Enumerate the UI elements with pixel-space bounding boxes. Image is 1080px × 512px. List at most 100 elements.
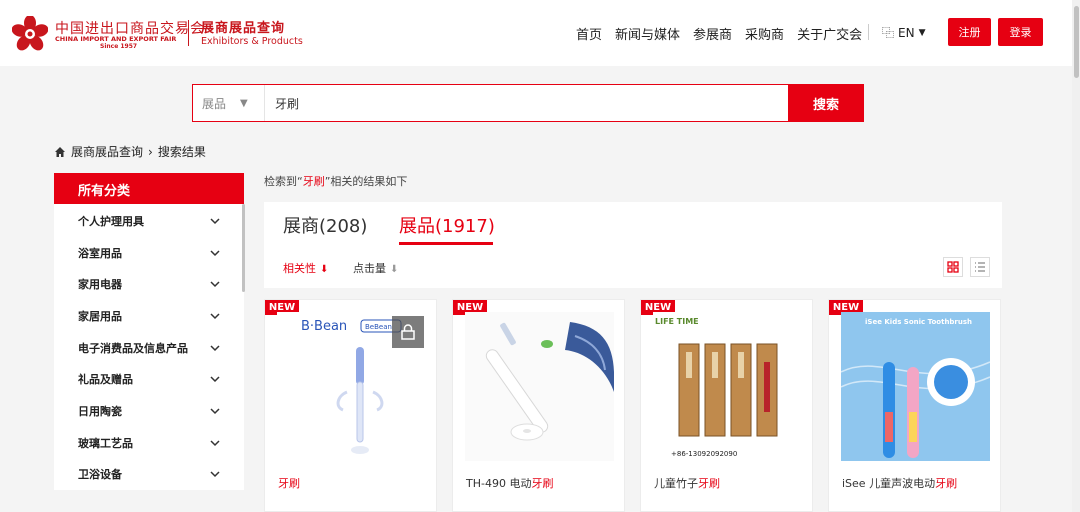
product-title[interactable]: TH-490 电动牙刷 xyxy=(466,475,553,491)
sort-relevance-label: 相关性 xyxy=(283,262,316,275)
category-item[interactable]: 礼品及赠品 xyxy=(54,363,244,395)
product-title-keyword: 牙刷 xyxy=(698,477,720,490)
search-type-select[interactable]: 展品 ▼ xyxy=(193,85,265,121)
result-note-suffix: ”相关的结果如下 xyxy=(324,175,408,188)
chevron-down-icon xyxy=(210,281,220,288)
breadcrumb-home[interactable]: 展商展品查询 xyxy=(71,143,143,160)
chevron-down-icon xyxy=(210,313,220,319)
product-title[interactable]: 牙刷 xyxy=(278,475,300,491)
sidebar-scrollbar[interactable] xyxy=(242,204,245,292)
brand-logo-text: iSee Kids Sonic Toothbrush xyxy=(865,318,972,326)
result-note-prefix: 检索到“ xyxy=(264,175,303,188)
chevron-down-icon xyxy=(210,408,220,415)
category-label: 个人护理用具 xyxy=(78,214,144,228)
result-summary: 检索到“牙刷”相关的结果如下 xyxy=(264,173,407,189)
logo-since-text: Since 1957 xyxy=(100,43,138,50)
arrow-down-icon: ⬇ xyxy=(320,264,329,275)
sidebar-title[interactable]: 所有分类 xyxy=(54,173,244,204)
grid-icon xyxy=(947,261,959,273)
login-button[interactable]: 登录 xyxy=(998,18,1043,46)
product-title-prefix: 儿童竹子 xyxy=(654,477,698,490)
sort-clicks[interactable]: 点击量 ⬇ xyxy=(353,260,398,276)
active-tab-indicator xyxy=(399,242,493,245)
product-card[interactable]: NEW LIFE TIME +86-13092092090 儿童竹子牙刷 xyxy=(640,299,813,512)
nav-buyers[interactable]: 采购商 xyxy=(745,24,784,43)
search-type-label: 展品 xyxy=(202,96,227,111)
nav-news-media[interactable]: 新闻与媒体 xyxy=(615,24,680,43)
grid-view-button[interactable] xyxy=(943,257,963,277)
product-title-keyword: 牙刷 xyxy=(278,477,300,490)
electric-toothbrush-image xyxy=(465,312,614,461)
category-label: 浴室用品 xyxy=(78,246,122,260)
category-item[interactable]: 浴室用品 xyxy=(54,237,244,269)
chevron-right-icon: › xyxy=(148,144,153,159)
category-label: 礼品及赠品 xyxy=(78,373,133,387)
tab-products[interactable]: 展品(1917) xyxy=(399,212,495,238)
category-label: 家居用品 xyxy=(78,309,122,323)
product-title[interactable]: iSee 儿童声波电动牙刷 xyxy=(842,475,957,491)
category-item[interactable]: 玻璃工艺品 xyxy=(54,427,244,459)
category-label: 卫浴设备 xyxy=(78,468,122,482)
nav-home[interactable]: 首页 xyxy=(576,24,602,43)
register-button[interactable]: 注册 xyxy=(948,18,991,46)
search-button[interactable]: 搜索 xyxy=(788,85,864,121)
search-bar: 展品 ▼ 搜索 xyxy=(192,84,864,122)
category-item[interactable]: 电子消费品及信息产品 xyxy=(54,332,244,364)
product-card[interactable]: NEW iSee Kids Sonic Toothbrush iSee 儿童声波… xyxy=(828,299,1001,512)
category-sidebar: 所有分类 个人护理用具 浴室用品 家用电器 家居用品 电子消费品及信息产品 礼品… xyxy=(54,173,244,490)
page-scrollbar-thumb[interactable] xyxy=(1074,6,1079,78)
canton-fair-logo-icon[interactable] xyxy=(12,16,48,52)
sonic-toothbrush-image: iSee Kids Sonic Toothbrush xyxy=(841,312,990,461)
arrow-down-icon: ⬇ xyxy=(390,264,399,275)
sort-relevance[interactable]: 相关性 ⬇ xyxy=(283,260,328,276)
results-tabs-panel: 展商(208) 展品(1917) 相关性 ⬇ 点击量 ⬇ xyxy=(264,202,1002,288)
nav-exhibitors[interactable]: 参展商 xyxy=(693,24,732,43)
product-title-keyword: 牙刷 xyxy=(935,477,958,490)
chevron-down-icon xyxy=(210,345,220,351)
category-item[interactable]: 个人护理用具 xyxy=(54,205,244,237)
chevron-down-icon xyxy=(210,376,220,383)
chevron-down-icon xyxy=(210,250,220,256)
product-image[interactable] xyxy=(465,312,614,461)
list-icon xyxy=(975,262,985,272)
nav-about[interactable]: 关于广交会 xyxy=(797,24,862,43)
home-icon[interactable] xyxy=(54,146,66,158)
site-subtitle: Exhibitors & Products xyxy=(201,36,303,47)
product-title-prefix: TH-490 电动 xyxy=(466,477,532,490)
sort-clicks-label: 点击量 xyxy=(353,262,386,275)
tab-exhibitors[interactable]: 展商(208) xyxy=(283,212,367,238)
category-label: 家用电器 xyxy=(78,278,122,292)
bamboo-toothbrush-image: LIFE TIME +86-13092092090 xyxy=(653,312,802,461)
brand-logo-text: B·Bean xyxy=(301,319,347,334)
brand-logo-text: LIFE TIME xyxy=(655,317,699,326)
site-title[interactable]: 展商展品查询 xyxy=(201,17,285,36)
logo-english-text: CHINA IMPORT AND EXPORT FAIR xyxy=(55,35,177,43)
product-image[interactable]: LIFE TIME +86-13092092090 xyxy=(653,312,802,461)
category-item[interactable]: 日用陶瓷 xyxy=(54,395,244,427)
list-view-button[interactable] xyxy=(970,257,990,277)
search-input[interactable] xyxy=(275,91,775,115)
category-list: 个人护理用具 浴室用品 家用电器 家居用品 电子消费品及信息产品 礼品及赠品 日… xyxy=(54,205,244,490)
caret-down-icon: ▼ xyxy=(918,27,926,38)
product-image[interactable]: iSee Kids Sonic Toothbrush xyxy=(841,312,990,461)
category-label: 日用陶瓷 xyxy=(78,404,122,418)
site-header: 中国进出口商品交易会 CHINA IMPORT AND EXPORT FAIR … xyxy=(0,0,1072,66)
category-item[interactable]: 家用电器 xyxy=(54,268,244,300)
product-title-keyword: 牙刷 xyxy=(531,477,554,490)
breadcrumb: 展商展品查询 › 搜索结果 xyxy=(54,143,206,160)
chevron-down-icon xyxy=(210,471,220,478)
language-label: EN xyxy=(898,25,915,40)
phone-number-text: +86-13092092090 xyxy=(671,450,737,458)
category-item[interactable]: 卫浴设备 xyxy=(54,459,244,491)
product-title[interactable]: 儿童竹子牙刷 xyxy=(654,475,720,491)
breadcrumb-current: 搜索结果 xyxy=(157,145,206,159)
language-switcher[interactable]: ⿻ EN ▼ xyxy=(882,24,926,41)
chevron-down-icon xyxy=(210,440,220,446)
logo-divider xyxy=(188,20,189,46)
category-item[interactable]: 家居用品 xyxy=(54,300,244,332)
product-title-prefix: iSee 儿童声波电动 xyxy=(842,477,936,490)
main-nav: 首页 新闻与媒体 参展商 采购商 关于广交会 xyxy=(576,24,875,43)
product-card[interactable]: NEW TH-490 电动牙刷 xyxy=(452,299,625,512)
lock-icon[interactable] xyxy=(392,316,424,348)
product-card[interactable]: NEW B·Bean BeBean 牙刷 xyxy=(264,299,437,512)
